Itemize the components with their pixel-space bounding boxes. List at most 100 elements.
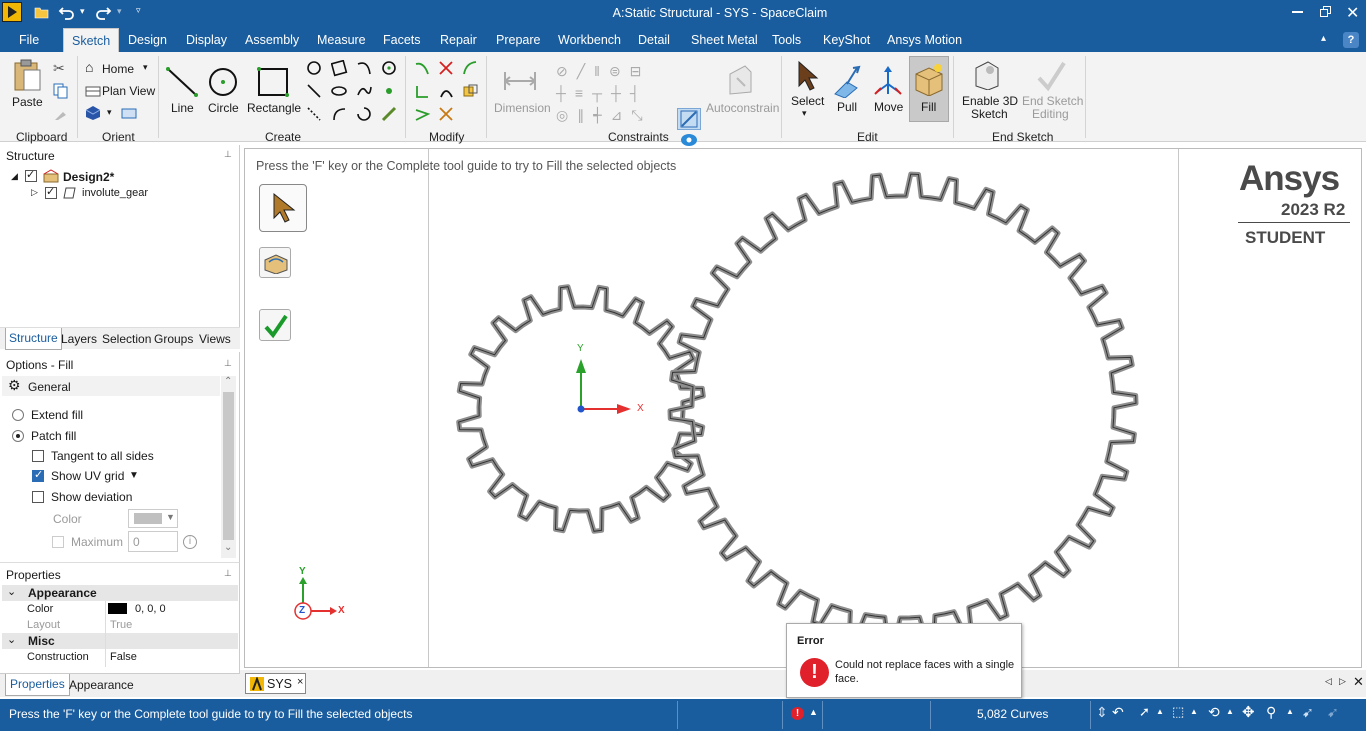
circle-button[interactable]: Circle <box>208 101 239 115</box>
menu-file[interactable]: File <box>19 33 39 47</box>
collapse-ribbon-icon[interactable]: ▴ <box>1321 33 1326 44</box>
minimize-button[interactable] <box>1292 11 1303 13</box>
end-sketch-editing-button[interactable]: End Sketch <box>1022 94 1083 108</box>
tangent-line-icon[interactable] <box>306 83 323 100</box>
enable-3d-sketch-icon[interactable] <box>972 60 1002 90</box>
tab-selection[interactable]: Selection <box>102 332 151 346</box>
line-button[interactable]: Line <box>171 101 194 115</box>
appearance-collapse-icon[interactable]: ⌄ <box>7 585 16 598</box>
select-icon[interactable] <box>795 60 821 92</box>
menu-display[interactable]: Display <box>186 33 227 47</box>
split-curve-icon[interactable] <box>414 60 431 77</box>
copy-icon[interactable] <box>53 83 69 99</box>
move-icon[interactable] <box>873 64 903 98</box>
color-swatch[interactable] <box>108 603 127 614</box>
format-painter-icon[interactable] <box>53 106 69 122</box>
offset-curve-icon[interactable] <box>462 60 479 77</box>
show-uv-grid-checkbox[interactable]: ✓ <box>32 469 44 482</box>
help-icon[interactable]: ? <box>1343 32 1359 48</box>
cut-icon[interactable]: ✂ <box>53 60 65 77</box>
tab-appearance[interactable]: Appearance <box>69 678 134 692</box>
rotate-view-icon[interactable]: ⟲ <box>1208 704 1220 721</box>
zoom-icon[interactable]: ⚲ <box>1266 704 1276 721</box>
tab-views[interactable]: Views <box>199 332 231 346</box>
design-root-label[interactable]: Design2* <box>63 170 114 184</box>
menu-ansys-motion[interactable]: Ansys Motion <box>887 33 962 47</box>
zoom-dropdown-icon[interactable]: ▲ <box>1286 707 1294 716</box>
close-document-icon[interactable]: ✕ <box>1353 674 1364 690</box>
undo-selection-icon[interactable]: ↶ <box>1112 704 1124 721</box>
enable-3d-sketch-button[interactable]: Enable 3D <box>962 94 1018 108</box>
design-visibility-checkbox[interactable]: ✓ <box>25 169 37 182</box>
tab-groups[interactable]: Groups <box>154 332 193 346</box>
construction-line-icon[interactable] <box>306 106 323 123</box>
construction-property-value[interactable]: False <box>110 651 137 663</box>
ellipse-icon[interactable] <box>331 83 348 100</box>
corner-icon[interactable] <box>414 83 431 100</box>
orient-option-icon[interactable] <box>120 104 138 120</box>
previous-view-icon[interactable]: ➹ <box>1302 704 1314 721</box>
view-dropdown-icon[interactable]: ▾ <box>107 107 112 118</box>
circle-icon[interactable] <box>207 66 239 98</box>
select-mode-dropdown-icon[interactable]: ▲ <box>1156 707 1164 716</box>
select-mode-icon[interactable]: ➚ <box>1139 704 1150 720</box>
paste-icon[interactable] <box>12 58 42 92</box>
three-point-circle-icon[interactable] <box>381 60 398 77</box>
next-view-icon[interactable]: ➹ <box>1327 704 1339 721</box>
spin-icon[interactable]: ⇕ <box>1096 704 1108 721</box>
paste-button[interactable]: Paste <box>12 95 43 109</box>
tab-properties[interactable]: Properties <box>5 674 70 696</box>
tab-scroll-left-icon[interactable]: ◁ <box>1325 676 1332 687</box>
expand-root-icon[interactable]: ◢ <box>11 171 18 182</box>
select-button[interactable]: Select <box>791 94 824 108</box>
uv-grid-dropdown-icon[interactable]: ▼ <box>129 470 139 481</box>
expand-child-icon[interactable]: ▷ <box>31 187 38 198</box>
sweep-arc-icon[interactable] <box>331 106 348 123</box>
menu-measure[interactable]: Measure <box>317 33 366 47</box>
view-triad[interactable] <box>285 567 351 627</box>
arc-icon[interactable] <box>356 60 373 77</box>
pull-icon[interactable] <box>831 64 863 98</box>
bend-icon[interactable] <box>438 83 455 100</box>
menu-prepare[interactable]: Prepare <box>496 33 540 47</box>
misc-collapse-icon[interactable]: ⌄ <box>7 633 16 646</box>
fillet-icon[interactable] <box>438 106 455 123</box>
maximum-checkbox[interactable] <box>52 536 64 548</box>
tab-layers[interactable]: Layers <box>61 332 97 346</box>
menu-tools[interactable]: Tools <box>772 33 801 47</box>
move-button[interactable]: Move <box>874 100 903 114</box>
pull-button[interactable]: Pull <box>837 100 857 114</box>
info-icon[interactable]: i <box>183 535 197 549</box>
color-property-value[interactable]: 0, 0, 0 <box>135 603 166 615</box>
menu-keyshot[interactable]: KeyShot <box>823 33 870 47</box>
rotate-dropdown-icon[interactable]: ▲ <box>1226 707 1234 716</box>
show-constraints-icon[interactable] <box>680 133 698 147</box>
box-select-icon[interactable]: ⬚ <box>1172 704 1184 720</box>
three-point-rect-icon[interactable] <box>331 60 348 77</box>
point-icon[interactable] <box>381 83 398 100</box>
pan-icon[interactable]: ✥ <box>1242 703 1255 721</box>
pin-icon[interactable]: ⊥ <box>224 149 232 160</box>
viewport[interactable]: Press the 'F' key or the Complete tool g… <box>244 148 1362 668</box>
box-select-dropdown-icon[interactable]: ▲ <box>1190 707 1198 716</box>
view-cube-icon[interactable] <box>85 105 101 121</box>
status-error-icon[interactable]: ! <box>791 707 804 720</box>
plan-view-button[interactable]: Plan View <box>102 84 155 98</box>
options-pin-icon[interactable]: ⊥ <box>224 358 232 369</box>
options-scrollbar[interactable]: ⌃ ⌄ <box>221 376 236 558</box>
maximum-input[interactable]: 0 <box>128 531 178 552</box>
show-deviation-checkbox[interactable] <box>32 491 44 503</box>
menu-assembly[interactable]: Assembly <box>245 33 299 47</box>
rectangle-icon[interactable] <box>257 67 289 97</box>
scale-icon[interactable] <box>414 106 431 123</box>
end-sketch-check-icon[interactable] <box>1036 60 1066 92</box>
spline-icon[interactable] <box>356 83 373 100</box>
rectangle-button[interactable]: Rectangle <box>247 101 301 115</box>
dimension-button[interactable]: Dimension <box>494 101 551 115</box>
menu-repair[interactable]: Repair <box>440 33 477 47</box>
restore-button[interactable] <box>1320 6 1331 17</box>
properties-pin-icon[interactable]: ⊥ <box>224 568 232 579</box>
tab-structure[interactable]: Structure <box>5 328 62 350</box>
line-icon[interactable] <box>165 66 199 98</box>
status-error-dropdown-icon[interactable]: ▲ <box>809 707 818 717</box>
